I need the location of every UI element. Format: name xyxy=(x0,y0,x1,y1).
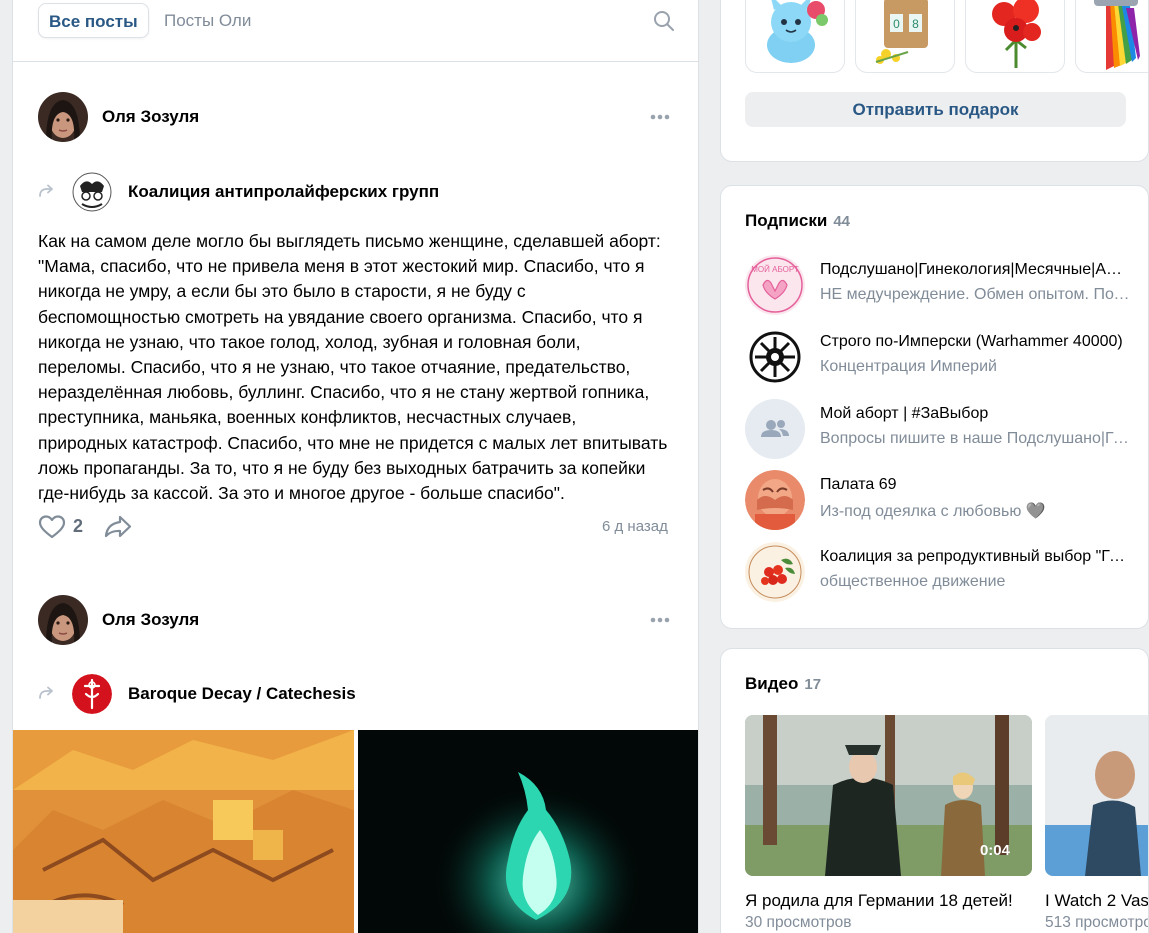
subscriptions-count: 44 xyxy=(833,213,850,230)
more-icon[interactable] xyxy=(649,616,671,624)
video-duration: 0:04 xyxy=(979,842,1010,859)
repost-icon xyxy=(39,686,53,699)
subscription-name: Подслушано|Гинекология|Месячные|Аборт xyxy=(820,261,1130,278)
subscription-desc: Вопросы пишите в наше Подслушано|Гинекол… xyxy=(820,430,1130,447)
video-item[interactable]: 0:04 Я родила для Германии 18 детей! 30 … xyxy=(745,715,1032,932)
repost-group-name[interactable]: Baroque Decay / Catechesis xyxy=(128,684,356,704)
gift-item[interactable]: 0 8 xyxy=(855,0,955,73)
post-image-pixel-art[interactable] xyxy=(13,730,354,933)
subscription-name: Мой аборт | #ЗаВыбор xyxy=(820,405,989,422)
gifts-card: 0 8 Отправить подарок xyxy=(720,0,1149,162)
list-item[interactable]: МОЙ АБОРТ Подслушано|Гинекология|Месячны… xyxy=(745,255,1135,315)
send-gift-button[interactable]: Отправить подарок xyxy=(745,92,1126,127)
svg-text:0: 0 xyxy=(893,17,900,31)
post-author[interactable]: Оля Зозуля xyxy=(102,610,199,630)
avatar xyxy=(745,327,805,387)
subscription-desc: НЕ медучреждение. Обмен опытом. Поддержк… xyxy=(820,286,1130,303)
post-image-spirit-flame[interactable] xyxy=(358,730,698,933)
subscription-desc: общественное движение xyxy=(820,573,1006,590)
videos-title: Видео xyxy=(745,674,799,693)
avatar xyxy=(745,470,805,530)
subscriptions-title: Подписки xyxy=(745,211,828,230)
gift-item[interactable] xyxy=(1075,0,1148,73)
avatar[interactable] xyxy=(38,595,88,645)
subscription-desc: Концентрация Империй xyxy=(820,358,997,375)
videos-header[interactable]: Видео 17 xyxy=(745,674,821,694)
video-title[interactable]: Я родила для Германии 18 детей! xyxy=(745,891,1032,911)
video-views: 30 просмотров xyxy=(745,914,852,931)
svg-text:8: 8 xyxy=(912,17,919,31)
videos-card: Видео 17 0:04 Я родила для Германии 18 де… xyxy=(720,648,1149,933)
subscriptions-card: Подписки 44 МОЙ АБОРТ Подслушано|Гинеколо… xyxy=(720,185,1149,629)
group-avatar[interactable] xyxy=(72,674,112,714)
subscription-name: Строго по-Имперски (Warhammer 40000) xyxy=(820,333,1123,350)
list-item[interactable]: Строго по-Имперски (Warhammer 40000) Кон… xyxy=(745,327,1135,387)
subscription-name: Коалиция за репродуктивный выбор "Гроздь… xyxy=(820,548,1130,565)
subscription-name: Палата 69 xyxy=(820,476,897,493)
gift-item[interactable] xyxy=(745,0,845,73)
video-thumbnail[interactable]: 0:04 xyxy=(745,715,1032,876)
wall-feed: Все посты Посты Оли Оля Зозуля Коалиция … xyxy=(12,0,699,933)
gift-item[interactable] xyxy=(965,0,1065,73)
avatar-text: МОЙ АБОРТ xyxy=(751,265,799,274)
subscriptions-header[interactable]: Подписки 44 xyxy=(745,211,850,231)
list-item[interactable]: Палата 69 Из-под одеялка с любовью 🩶 xyxy=(745,470,1135,530)
video-views: 513 просмотров xyxy=(1045,914,1149,931)
video-item[interactable]: I Watch 2 Vasectomy 513 просмотров xyxy=(1045,715,1149,932)
list-item[interactable]: Мой аборт | #ЗаВыбор Вопросы пишите в на… xyxy=(745,399,1135,459)
post: Оля Зозуля Baroque Decay / Catechesis xyxy=(13,0,698,933)
videos-count: 17 xyxy=(804,676,822,693)
video-title[interactable]: I Watch 2 Vasectomy xyxy=(1045,891,1148,911)
avatar: МОЙ АБОРТ xyxy=(745,255,805,315)
avatar xyxy=(745,542,805,602)
avatar xyxy=(745,399,805,459)
subscription-desc: Из-под одеялка с любовью 🩶 xyxy=(820,503,1046,520)
list-item[interactable]: Коалиция за репродуктивный выбор "Гроздь… xyxy=(745,542,1135,602)
video-thumbnail[interactable] xyxy=(1045,715,1148,876)
users-icon xyxy=(761,420,789,437)
